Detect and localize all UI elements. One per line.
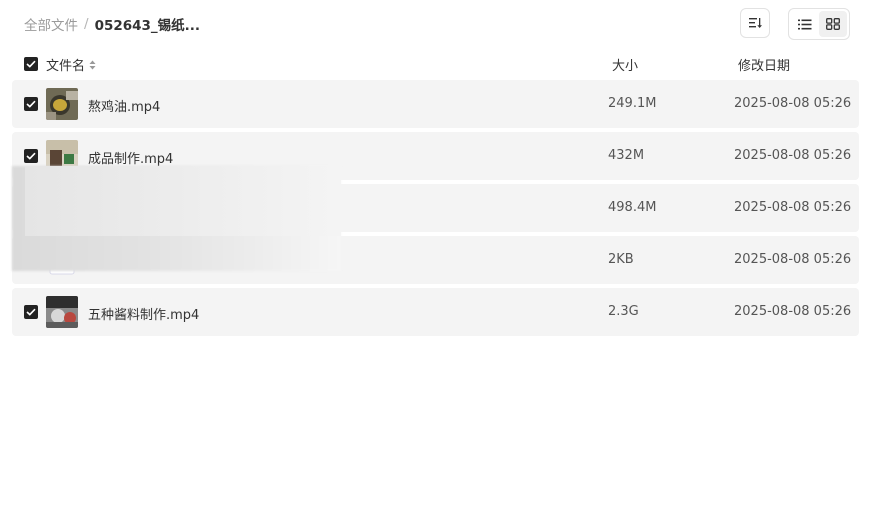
row-checkbox[interactable] (24, 97, 38, 111)
sort-button[interactable] (740, 8, 770, 38)
name-column-label: 文件名 (46, 59, 86, 74)
video-thumbnail (46, 88, 78, 120)
file-size: 249.1M (608, 96, 657, 111)
checkmark-icon (26, 308, 36, 316)
size-column-header: 大小 (612, 59, 639, 74)
file-name[interactable]: 五种酱料制作.mp4 (88, 304, 199, 323)
list-view-icon (798, 19, 812, 29)
file-date: 2025-08-08 05:26 (734, 96, 852, 111)
file-browser: 全部文件 / 052643_锡纸... 文件名 大小 修改日期 熬鸡油.mp4 … (0, 0, 874, 514)
file-list-header: 文件名 大小 修改日期 (12, 50, 859, 78)
breadcrumb: 全部文件 / 052643_锡纸... (24, 14, 200, 34)
video-thumbnail (46, 296, 78, 328)
file-date: 2025-08-08 05:26 (734, 200, 852, 215)
select-all-checkbox[interactable] (24, 57, 38, 71)
grid-view-button[interactable] (819, 11, 847, 37)
name-column-header[interactable]: 文件名 (46, 55, 96, 74)
file-size: 2KB (608, 252, 634, 267)
grid-view-icon (826, 18, 840, 30)
breadcrumb-separator: / (84, 16, 89, 32)
checkmark-icon (26, 152, 36, 160)
sort-icon (749, 18, 762, 28)
file-date: 2025-08-08 05:26 (734, 148, 852, 163)
file-name[interactable]: 成品制作.mp4 (88, 148, 173, 167)
file-row[interactable]: 五种酱料制作.mp4 2.3G 2025-08-08 05:26 (12, 288, 859, 336)
file-date: 2025-08-08 05:26 (734, 252, 852, 267)
view-toggle (788, 8, 850, 40)
row-checkbox[interactable] (24, 149, 38, 163)
file-size: 498.4M (608, 200, 657, 215)
file-size: 2.3G (608, 304, 639, 319)
file-row[interactable]: 熬鸡油.mp4 249.1M 2025-08-08 05:26 (12, 80, 859, 128)
list-view-button[interactable] (791, 11, 819, 37)
file-date: 2025-08-08 05:26 (734, 304, 852, 319)
breadcrumb-root-link[interactable]: 全部文件 (24, 14, 78, 34)
date-column-header: 修改日期 (738, 59, 791, 74)
checkmark-icon (26, 60, 36, 68)
checkmark-icon (26, 100, 36, 108)
privacy-blur-overlay (25, 166, 341, 236)
file-size: 432M (608, 148, 645, 163)
breadcrumb-current-folder: 052643_锡纸... (94, 18, 201, 34)
file-name[interactable]: 熬鸡油.mp4 (88, 96, 160, 115)
sort-caret-icon (89, 60, 96, 70)
row-checkbox[interactable] (24, 305, 38, 319)
